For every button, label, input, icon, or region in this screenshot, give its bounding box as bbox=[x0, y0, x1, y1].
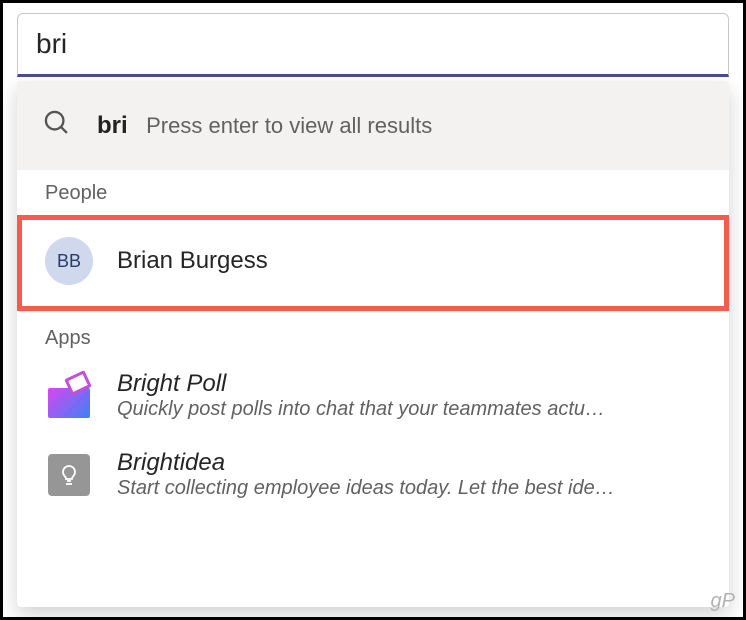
people-result-row[interactable]: BB Brian Burgess bbox=[17, 215, 729, 311]
search-bar[interactable] bbox=[17, 13, 729, 77]
result-text: Brightidea Start collecting employee ide… bbox=[117, 449, 701, 500]
app-description: Quickly post polls into chat that your t… bbox=[117, 398, 701, 421]
avatar: BB bbox=[45, 237, 93, 285]
search-input[interactable] bbox=[36, 28, 710, 60]
hint-text: Press enter to view all results bbox=[146, 113, 432, 138]
bright-poll-icon bbox=[45, 372, 93, 420]
app-name: Bright Poll bbox=[117, 370, 701, 398]
search-hint-row[interactable]: bri Press enter to view all results bbox=[17, 81, 729, 170]
app-description: Start collecting employee ideas today. L… bbox=[117, 477, 701, 500]
result-text: Brian Burgess bbox=[117, 247, 701, 275]
app-result-row[interactable]: Brightidea Start collecting employee ide… bbox=[17, 435, 729, 514]
search-dropdown: bri Press enter to view all results Peop… bbox=[17, 81, 729, 607]
search-icon bbox=[43, 109, 71, 142]
watermark: gP bbox=[711, 590, 735, 613]
person-name: Brian Burgess bbox=[117, 247, 701, 275]
section-header-people: People bbox=[17, 170, 729, 211]
brightidea-icon bbox=[45, 451, 93, 499]
app-name: Brightidea bbox=[117, 449, 701, 477]
result-text: Bright Poll Quickly post polls into chat… bbox=[117, 370, 701, 421]
section-header-apps: Apps bbox=[17, 315, 729, 356]
app-result-row[interactable]: Bright Poll Quickly post polls into chat… bbox=[17, 356, 729, 435]
hint-query: bri bbox=[97, 112, 128, 139]
